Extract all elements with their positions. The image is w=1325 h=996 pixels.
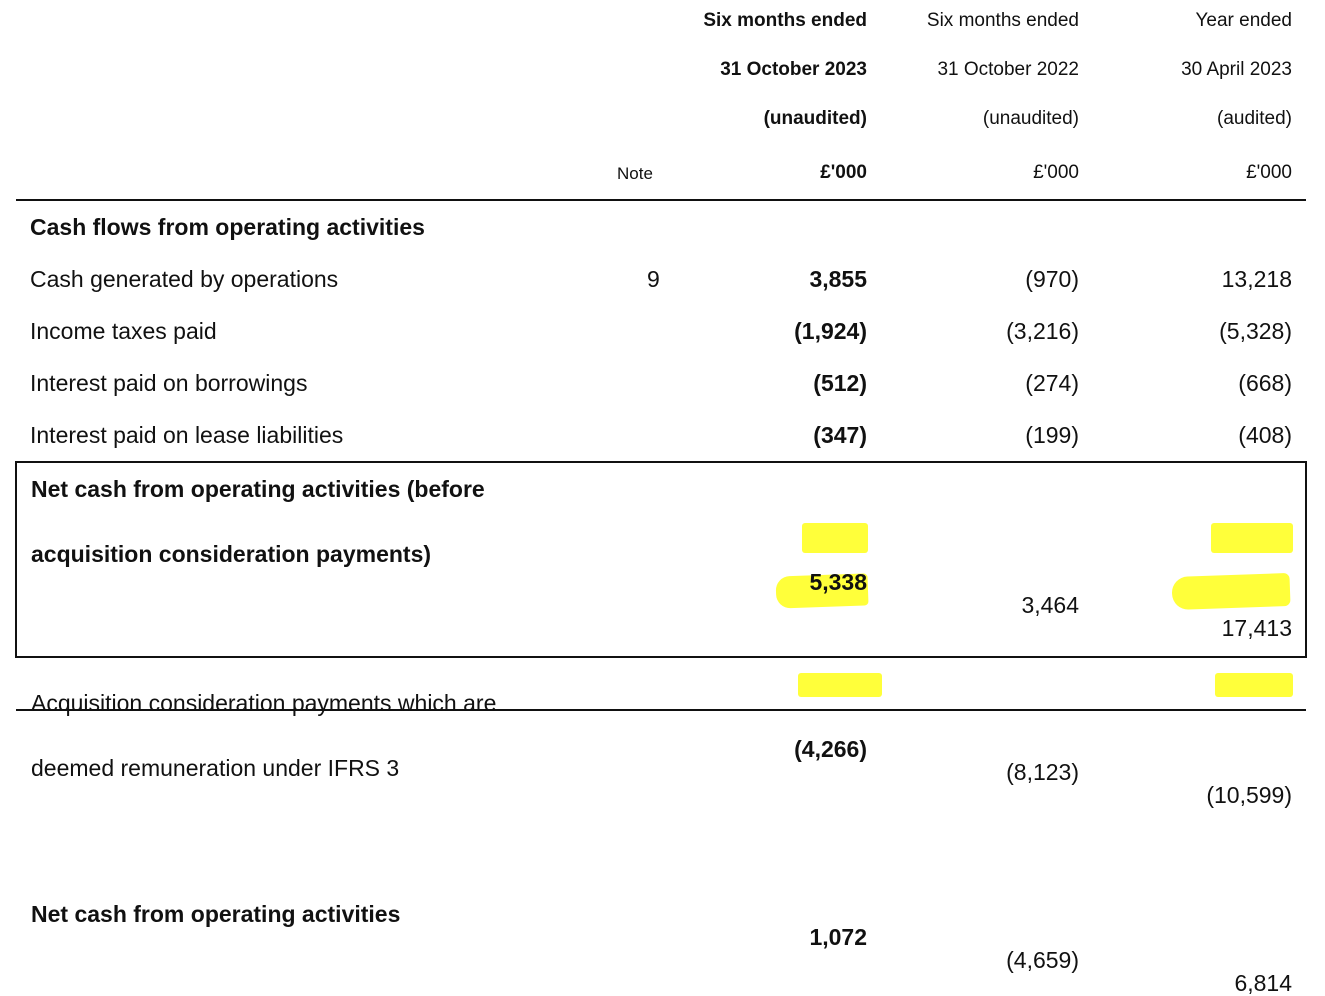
col3-unit: £'000	[1246, 162, 1292, 183]
net-before-label-line1: Net cash from operating activities (befo…	[31, 476, 485, 502]
row-value-2023: (512)	[813, 370, 867, 396]
row-label: Cash generated by operations	[30, 266, 339, 292]
acquisition-value-2023: (4,266)	[794, 736, 867, 762]
net-before-value-2022: 3,464	[1021, 592, 1079, 618]
row-value-year: (408)	[1238, 422, 1292, 448]
col2-unit: £'000	[1033, 162, 1079, 183]
total-value-2022: (4,659)	[1006, 947, 1079, 973]
row-value-2022: (274)	[1025, 370, 1079, 396]
col1-line2: 31 October 2023	[720, 59, 867, 80]
col3-line1: Year ended	[1195, 10, 1292, 31]
col2-line3: (unaudited)	[982, 108, 1079, 129]
col3-line3: (audited)	[1217, 108, 1292, 129]
col2-line1: Six months ended	[926, 10, 1079, 31]
col2-line2: 31 October 2022	[937, 59, 1079, 80]
row-value-2023: (347)	[813, 422, 867, 448]
row-label: Interest paid on lease liabilities	[30, 422, 344, 448]
table-row-net-before: Net cash from operating activities (befo…	[0, 0, 1325, 640]
row-value-year: 13,218	[1221, 266, 1292, 292]
total-value-year: 6,814	[1234, 970, 1292, 996]
col1-line1: Six months ended	[703, 10, 867, 31]
col3-line2: 30 April 2023	[1181, 59, 1292, 80]
col1-line3: (unaudited)	[763, 108, 867, 129]
table-row-acquisition: Acquisition consideration payments which…	[0, 115, 1325, 807]
row-value-2022: (3,216)	[1006, 318, 1079, 344]
row-note: 9	[647, 266, 660, 292]
net-before-label-line2: acquisition consideration payments)	[31, 541, 432, 567]
net-before-value-year: 17,413	[1221, 615, 1292, 641]
row-value-2023: (1,924)	[794, 318, 867, 344]
row-label: Income taxes paid	[30, 318, 217, 344]
row-value-year: (5,328)	[1219, 318, 1292, 344]
total-value-2023: 1,072	[809, 924, 867, 950]
highlight-mark	[1171, 572, 1291, 611]
col1-unit: £'000	[820, 162, 867, 183]
row-value-2022: (199)	[1025, 422, 1079, 448]
acquisition-value-year: (10,599)	[1206, 782, 1292, 808]
row-value-2022: (970)	[1025, 266, 1079, 292]
net-before-value-2023: 5,338	[809, 569, 867, 595]
header-rule	[16, 199, 1306, 201]
row-label: Interest paid on borrowings	[30, 370, 308, 396]
section-title: Cash flows from operating activities	[30, 214, 425, 240]
row-value-2023: 3,855	[809, 266, 867, 292]
total-label: Net cash from operating activities	[31, 901, 401, 927]
acquisition-label-line1: Acquisition consideration payments which…	[31, 690, 497, 716]
acquisition-value-2022: (8,123)	[1006, 759, 1079, 785]
row-value-year: (668)	[1238, 370, 1292, 396]
note-header: Note	[617, 164, 653, 183]
